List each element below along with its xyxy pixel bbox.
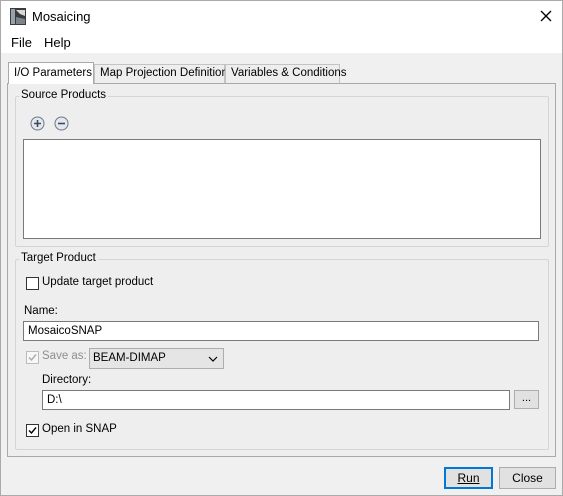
save-as-label: Save as:: [42, 350, 87, 362]
name-label: Name:: [24, 305, 58, 317]
close-button-label: Close: [512, 471, 543, 485]
open-in-snap-label: Open in SNAP: [42, 423, 117, 435]
directory-label: Directory:: [42, 374, 92, 386]
update-target-product-label: Update target product: [42, 276, 154, 288]
menu-file[interactable]: File: [9, 35, 34, 50]
format-select-value: BEAM-DIMAP: [93, 352, 166, 364]
save-as-checkbox[interactable]: [26, 351, 39, 364]
checkmark-icon: [28, 427, 37, 435]
source-products-legend: Source Products: [19, 89, 109, 101]
name-input[interactable]: MosaicoSNAP: [23, 321, 539, 341]
close-button[interactable]: Close: [499, 467, 556, 489]
update-target-product-checkbox[interactable]: [26, 277, 39, 290]
checkmark-icon: [28, 354, 37, 362]
target-product-legend: Target Product: [19, 252, 98, 264]
tab-variables-conditions[interactable]: Variables & Conditions: [225, 64, 347, 83]
browse-directory-button[interactable]: ...: [514, 390, 539, 409]
run-button-label: Run: [457, 471, 480, 485]
run-button[interactable]: Run: [444, 467, 493, 489]
menu-help[interactable]: Help: [42, 35, 73, 50]
window-title: Mosaicing: [32, 9, 91, 24]
title-bar[interactable]: Mosaicing: [1, 1, 562, 32]
tab-map-projection-definition[interactable]: Map Projection Definition: [94, 64, 228, 83]
chevron-down-icon: [208, 354, 218, 362]
plus-circle-icon[interactable]: [30, 116, 45, 131]
tab-io-parameters[interactable]: I/O Parameters: [8, 62, 94, 84]
minus-circle-icon[interactable]: [54, 116, 69, 131]
close-icon[interactable]: [536, 6, 556, 26]
snap-app-icon: [10, 8, 26, 25]
mosaicing-dialog: Mosaicing File Help I/O Parameters Map P…: [0, 0, 563, 496]
format-select[interactable]: BEAM-DIMAP: [89, 348, 224, 369]
open-in-snap-checkbox[interactable]: [26, 424, 39, 437]
directory-input[interactable]: D:\: [42, 390, 510, 410]
source-products-list[interactable]: [23, 139, 541, 239]
menu-bar: File Help: [1, 32, 562, 54]
